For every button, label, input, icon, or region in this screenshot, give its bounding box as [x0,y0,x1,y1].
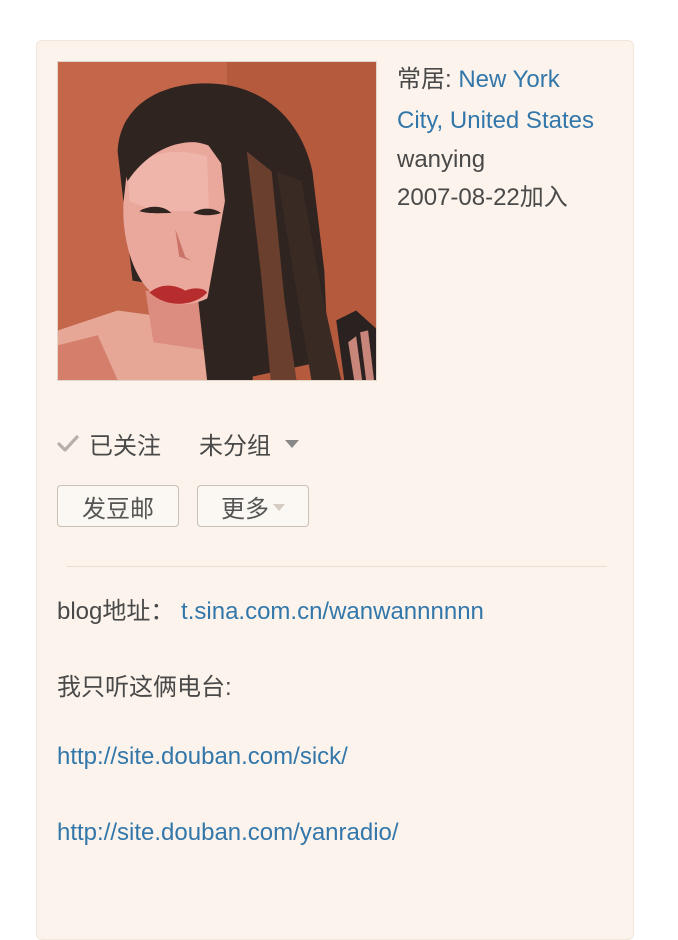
radio-link-sick[interactable]: http://site.douban.com/sick/ [57,743,348,770]
group-label: 未分组 [199,432,271,460]
group-dropdown[interactable]: 未分组 [199,426,299,461]
avatar[interactable] [57,61,377,381]
blog-line: blog地址： t.sina.com.cn/wanwannnnnn [57,591,484,626]
profile-card: 常居: New York City, United States wanying… [36,40,634,940]
profile-info: 常居: New York City, United States wanying… [397,59,627,217]
follow-status: 已关注 [89,432,161,460]
radio-link-1: http://site.douban.com/sick/ [57,743,348,771]
radio-link-yanradio[interactable]: http://site.douban.com/yanradio/ [57,819,399,846]
location-label: 常居: [397,66,459,93]
more-button[interactable]: 更多 [197,485,309,527]
radio-intro-text: 我只听这俩电台: [57,674,232,701]
radio-link-2: http://site.douban.com/yanradio/ [57,819,399,847]
blog-label: blog地址： [57,598,175,625]
location-link[interactable]: New York [458,66,559,93]
check-icon [57,432,79,454]
more-label: 更多 [221,495,269,523]
username: wanying [397,146,486,173]
blog-link[interactable]: t.sina.com.cn/wanwannnnnn [181,598,484,625]
location-line: 常居: New York [397,59,627,100]
join-date: 2007-08-22加入 [397,184,568,211]
send-mail-label: 发豆邮 [82,495,154,523]
chevron-down-icon [285,440,299,448]
follow-row: 已关注 未分组 [57,423,299,463]
send-mail-button[interactable]: 发豆邮 [57,485,179,527]
location-link-continued[interactable]: City, United States [397,107,594,134]
chevron-down-icon [273,504,285,511]
divider [67,566,607,567]
